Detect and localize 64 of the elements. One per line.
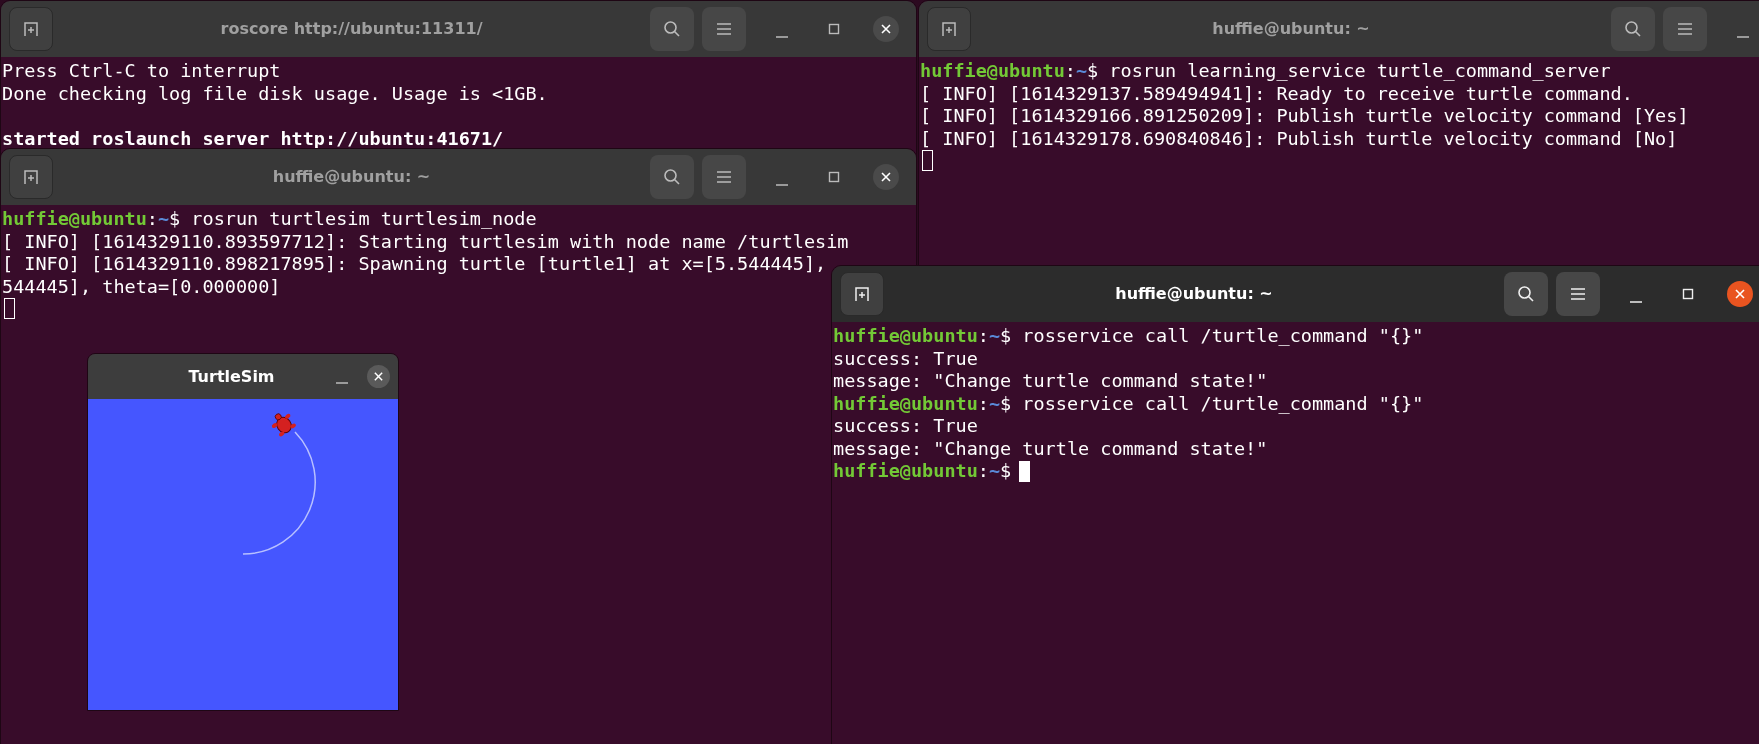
search-icon (1517, 285, 1535, 303)
new-tab-icon (21, 19, 41, 39)
close-button[interactable] (873, 16, 899, 42)
search-button[interactable] (650, 7, 694, 51)
window-title: huffie@ubuntu: ~ (1115, 283, 1273, 305)
output-line: [ INFO] [1614329178.690840846]: Publish turtle velocity command [No] (920, 127, 1678, 150)
output-line: success: True (833, 347, 978, 370)
new-tab-icon (852, 284, 872, 304)
turtle-icon (271, 413, 296, 437)
minimize-icon (336, 381, 348, 384)
menu-icon (1570, 287, 1586, 301)
output-line: [ INFO] [1614329166.891250209]: Publish turtle velocity command [Yes] (920, 105, 1689, 128)
output-line: [ INFO] [1614329110.898217895]: Spawning turtle [turtle1] at x=[5.544445], (2, 253, 827, 276)
new-tab-button[interactable] (9, 7, 53, 51)
menu-icon (716, 22, 732, 36)
menu-button[interactable] (702, 7, 746, 51)
menu-button[interactable] (1556, 272, 1600, 316)
new-tab-icon (21, 167, 41, 187)
output-line: Done checking log file disk usage. Usage is <1GB. (2, 82, 548, 105)
maximize-icon (828, 171, 840, 183)
search-button[interactable] (650, 155, 694, 199)
prompt-line: huffie@ubuntu:~$ rosrun learning_service turtle_command_server (920, 60, 1611, 83)
prompt-line: huffie@ubuntu:~$ rosservice call /turtle_command "{}" (833, 325, 1424, 348)
output-line: message: "Change turtle command state!" (833, 437, 1268, 460)
menu-icon (1677, 22, 1693, 36)
search-icon (1624, 20, 1642, 38)
minimize-icon (1630, 301, 1642, 303)
prompt-line: huffie@ubuntu:~$ rosservice call /turtle_command "{}" (833, 392, 1424, 415)
search-icon (663, 20, 681, 38)
minimize-icon (776, 184, 788, 186)
window-title: TurtleSim (188, 365, 275, 388)
new-tab-button[interactable] (927, 7, 971, 51)
close-icon (880, 23, 892, 35)
window-title: huffie@ubuntu: ~ (272, 166, 431, 188)
window-title: huffie@ubuntu: ~ (1212, 18, 1370, 40)
minimize-icon (1737, 36, 1749, 38)
output-line: started roslaunch server http://ubuntu:41671/ (2, 127, 504, 150)
prompt-line: huffie@ubuntu:~$ (833, 460, 1012, 483)
close-icon (373, 371, 384, 382)
window-title: roscore http://ubuntu:11311/ (220, 18, 483, 40)
maximize-icon (828, 23, 840, 35)
new-tab-icon (939, 19, 959, 39)
new-tab-button[interactable] (840, 272, 884, 316)
minimize-icon (776, 36, 788, 38)
search-button[interactable] (1504, 272, 1548, 316)
close-button[interactable] (1727, 281, 1753, 307)
output-line: Press Ctrl-C to interrupt (2, 60, 281, 83)
search-icon (663, 168, 681, 186)
output-line: success: True (833, 415, 978, 438)
output-line: [ INFO] [1614329137.589494941]: Ready to receive turtle command. (920, 82, 1633, 105)
close-button[interactable] (367, 365, 390, 388)
close-button[interactable] (873, 164, 899, 190)
maximize-icon (1682, 288, 1694, 300)
menu-button[interactable] (702, 155, 746, 199)
menu-button[interactable] (1663, 7, 1707, 51)
output-line: 544445], theta=[0.000000] (2, 275, 281, 298)
new-tab-button[interactable] (9, 155, 53, 199)
menu-icon (716, 170, 732, 184)
output-line: message: "Change turtle command state!" (833, 370, 1268, 393)
prompt-line: huffie@ubuntu:~$ rosrun turtlesim turtlesim_node (2, 208, 537, 231)
output-line: [ INFO] [1614329110.893597712]: Starting turtlesim with node name /turtlesim (2, 230, 849, 253)
search-button[interactable] (1611, 7, 1655, 51)
close-icon (1734, 288, 1746, 300)
close-icon (880, 171, 892, 183)
